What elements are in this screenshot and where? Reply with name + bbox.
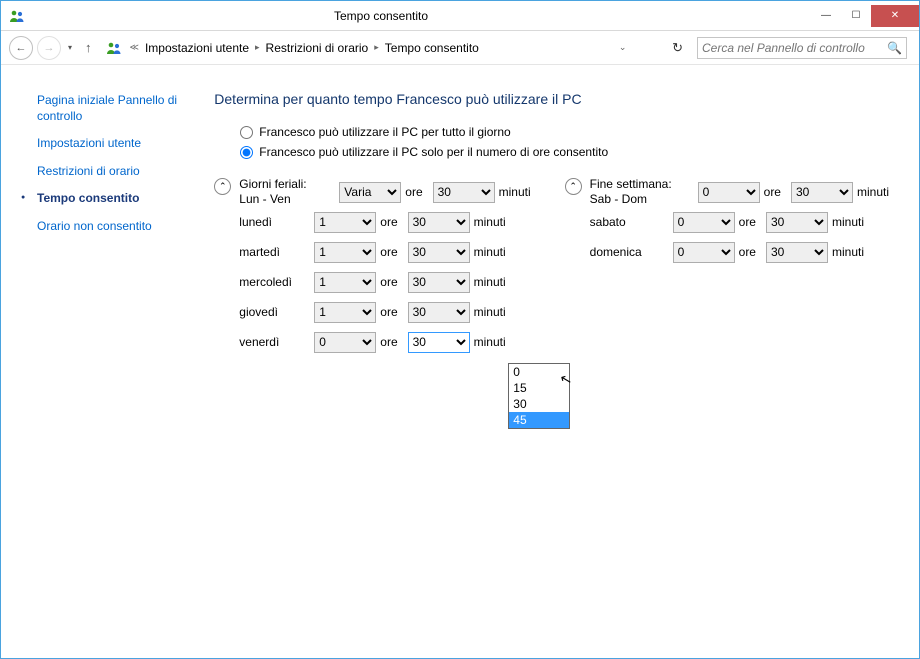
- sidebar: Pagina iniziale Pannello di controllo Im…: [1, 65, 196, 658]
- maximize-button[interactable]: ☐: [841, 5, 871, 27]
- dropdown-option[interactable]: 15: [509, 380, 569, 396]
- forward-button[interactable]: →: [37, 36, 61, 60]
- close-button[interactable]: ✕: [871, 5, 919, 27]
- day-label: sabato: [565, 215, 673, 229]
- up-button[interactable]: ↑: [79, 40, 98, 55]
- weekdays-header-label: Giorni feriali: Lun - Ven: [239, 177, 339, 207]
- breadcrumb-icon: [106, 40, 122, 56]
- radio-all-day[interactable]: Francesco può utilizzare il PC per tutto…: [240, 125, 899, 139]
- hours-select[interactable]: 1: [314, 302, 376, 323]
- dropdown-option[interactable]: 30: [509, 396, 569, 412]
- hours-unit: ore: [403, 185, 432, 199]
- minutes-unit: minuti: [497, 185, 541, 199]
- dropdown-option[interactable]: 0: [509, 364, 569, 380]
- minutes-dropdown-list[interactable]: 0 15 30 45: [508, 363, 570, 429]
- back-button[interactable]: ←: [9, 36, 33, 60]
- sidebar-item-user-settings[interactable]: Impostazioni utente: [37, 136, 196, 152]
- chevron-right-icon: ▸: [249, 42, 266, 53]
- history-caret-icon[interactable]: ▾: [65, 43, 75, 52]
- hours-select[interactable]: 1: [314, 242, 376, 263]
- radio-limited[interactable]: Francesco può utilizzare il PC solo per …: [240, 145, 899, 159]
- minutes-select[interactable]: 30: [408, 302, 470, 323]
- breadcrumb[interactable]: ≪ Impostazioni utente ▸ Restrizioni di o…: [106, 40, 659, 56]
- sidebar-item-allowed-time[interactable]: Tempo consentito: [37, 191, 196, 207]
- day-label: lunedì: [214, 215, 314, 229]
- weekend-minutes-select[interactable]: 30: [791, 182, 853, 203]
- weekend-header-label: Fine settimana: Sab - Dom: [590, 177, 698, 207]
- minutes-select[interactable]: 30: [408, 272, 470, 293]
- minutes-select[interactable]: 30: [408, 212, 470, 233]
- minimize-button[interactable]: ―: [811, 5, 841, 27]
- search-box[interactable]: 🔍: [697, 37, 907, 59]
- refresh-button[interactable]: ↻: [662, 40, 693, 56]
- main-panel: Determina per quanto tempo Francesco può…: [196, 65, 919, 658]
- breadcrumb-item[interactable]: Tempo consentito: [385, 41, 479, 55]
- minutes-select-open[interactable]: 30: [408, 332, 470, 353]
- hours-select[interactable]: 0: [673, 212, 735, 233]
- address-caret-icon[interactable]: ⌄: [479, 42, 633, 53]
- breadcrumb-item[interactable]: Impostazioni utente: [145, 41, 249, 55]
- day-label: domenica: [565, 245, 673, 259]
- page-heading: Determina per quanto tempo Francesco può…: [214, 91, 899, 107]
- weekdays-minutes-select[interactable]: 30: [433, 182, 495, 203]
- sidebar-item-home[interactable]: Pagina iniziale Pannello di controllo: [37, 93, 196, 124]
- day-label: martedì: [214, 245, 314, 259]
- window-title: Tempo consentito: [0, 9, 811, 23]
- radio-limited-label: Francesco può utilizzare il PC solo per …: [259, 145, 608, 159]
- dropdown-option-highlighted[interactable]: 45: [509, 412, 569, 428]
- weekend-hours-select[interactable]: 0: [698, 182, 760, 203]
- toolbar: ← → ▾ ↑ ≪ Impostazioni utente ▸ Restrizi…: [1, 31, 919, 65]
- collapse-weekdays-button[interactable]: ⌃: [214, 178, 231, 195]
- sidebar-item-blocked-time[interactable]: Orario non consentito: [37, 219, 196, 235]
- breadcrumb-sep-icon: ≪: [124, 42, 145, 53]
- breadcrumb-item[interactable]: Restrizioni di orario: [266, 41, 369, 55]
- radio-all-day-input[interactable]: [240, 126, 253, 139]
- minutes-select[interactable]: 30: [766, 212, 828, 233]
- sidebar-item-time-restrictions[interactable]: Restrizioni di orario: [37, 164, 196, 180]
- day-label: giovedì: [214, 305, 314, 319]
- day-label: mercoledì: [214, 275, 314, 289]
- hours-select[interactable]: 0: [314, 332, 376, 353]
- day-label: venerdì: [214, 335, 314, 349]
- collapse-weekend-button[interactable]: ⌃: [565, 178, 582, 195]
- search-input[interactable]: [702, 41, 887, 55]
- chevron-right-icon: ▸: [368, 42, 385, 53]
- radio-all-day-label: Francesco può utilizzare il PC per tutto…: [259, 125, 510, 139]
- hours-select[interactable]: 0: [673, 242, 735, 263]
- search-icon: 🔍: [887, 41, 902, 55]
- minutes-select[interactable]: 30: [766, 242, 828, 263]
- hours-select[interactable]: 1: [314, 272, 376, 293]
- weekdays-hours-select[interactable]: Varia: [339, 182, 401, 203]
- radio-limited-input[interactable]: [240, 146, 253, 159]
- title-bar: Tempo consentito ― ☐ ✕: [1, 1, 919, 31]
- hours-select[interactable]: 1: [314, 212, 376, 233]
- minutes-select[interactable]: 30: [408, 242, 470, 263]
